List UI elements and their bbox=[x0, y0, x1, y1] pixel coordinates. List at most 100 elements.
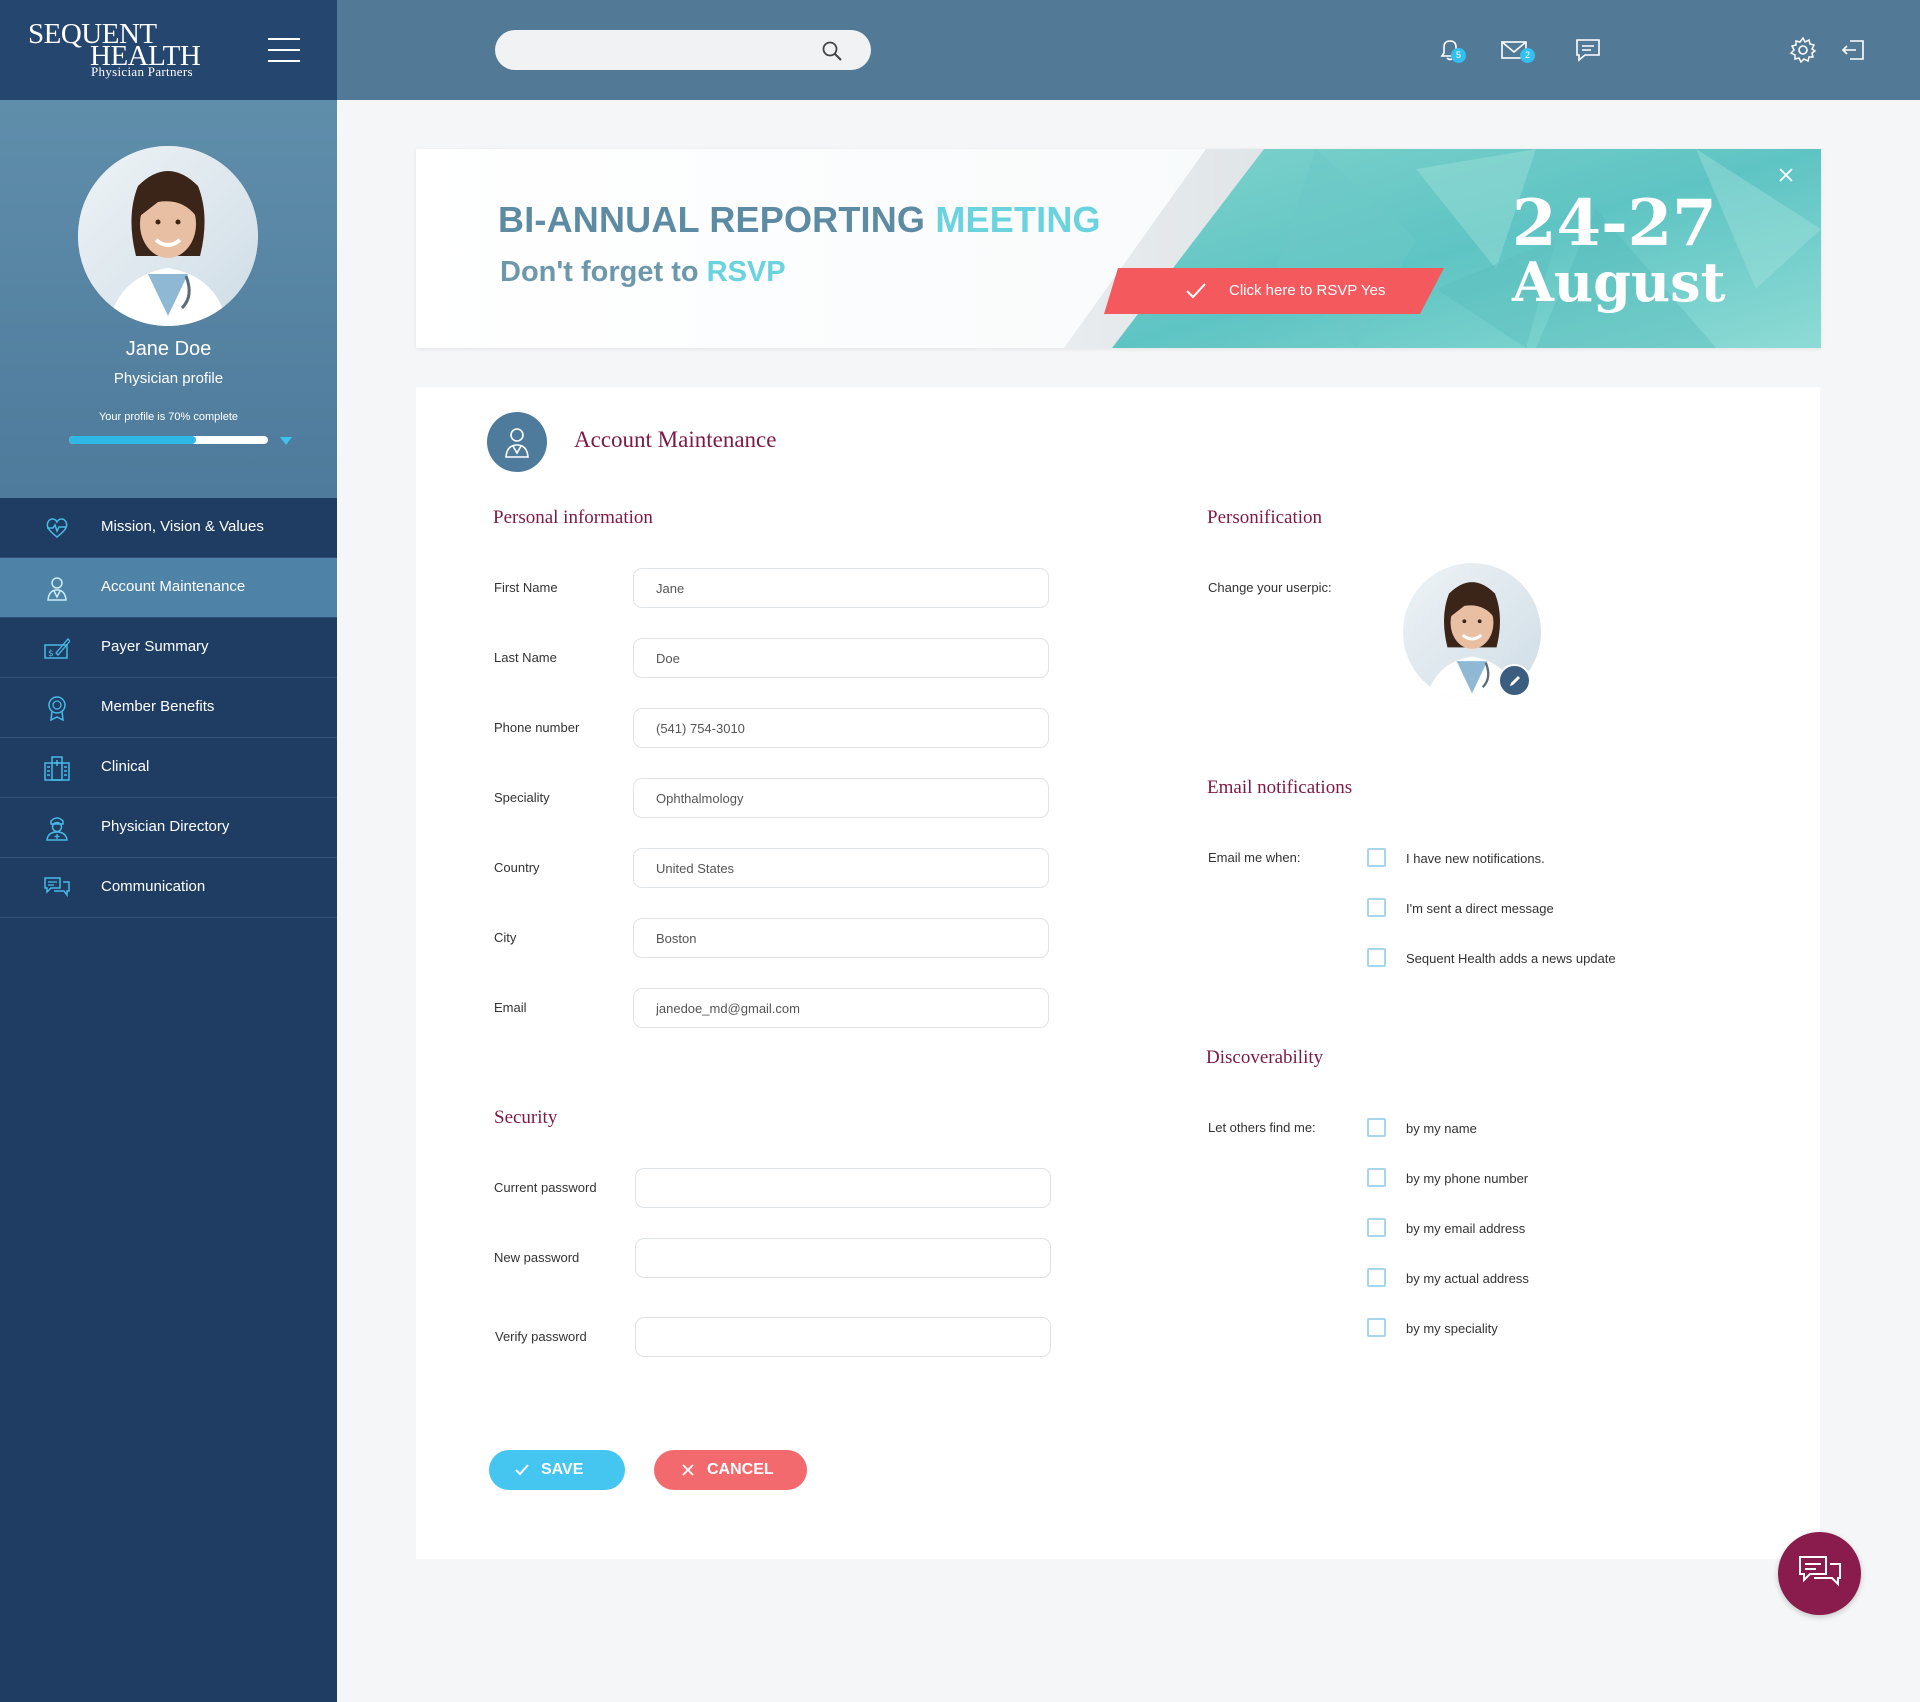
profile-card: Jane Doe Physician profile Your profile … bbox=[0, 100, 337, 498]
email-me-when-label: Email me when: bbox=[1208, 850, 1301, 865]
chat-icon[interactable] bbox=[1574, 36, 1602, 64]
save-label: SAVE bbox=[541, 1461, 584, 1478]
hospital-icon bbox=[44, 756, 70, 781]
doctor-icon bbox=[505, 428, 529, 458]
gear-icon[interactable] bbox=[1789, 36, 1817, 64]
banner-month: August bbox=[1512, 250, 1726, 314]
find-by-name-label: by my name bbox=[1406, 1121, 1477, 1136]
banner-title-part: BI-ANNUAL REPORTING bbox=[498, 199, 936, 240]
notify-news-update-checkbox[interactable] bbox=[1367, 948, 1386, 967]
find-by-email-checkbox[interactable] bbox=[1367, 1218, 1386, 1237]
new-password-label: New password bbox=[494, 1250, 580, 1265]
banner-title: BI-ANNUAL REPORTING MEETING bbox=[498, 199, 1101, 241]
first-name-field[interactable] bbox=[633, 568, 1049, 608]
sidebar-item-account-maintenance[interactable]: Account Maintenance bbox=[0, 558, 337, 618]
notify-direct-message-label: I'm sent a direct message bbox=[1406, 901, 1554, 916]
sidebar: SEQUENT HEALTH Physician Partners Jane D… bbox=[0, 0, 337, 1702]
last-name-label: Last Name bbox=[494, 650, 557, 665]
banner-date-range: 24-27 bbox=[1512, 186, 1717, 261]
nurse-icon bbox=[46, 817, 68, 841]
brand-line-3: Physician Partners bbox=[91, 64, 193, 79]
pencil-icon bbox=[1510, 676, 1520, 686]
find-by-speciality-label: by my speciality bbox=[1406, 1321, 1498, 1336]
doctor-icon bbox=[47, 577, 67, 601]
profile-progress-bar bbox=[69, 436, 268, 444]
rsvp-label[interactable]: Click here to RSVP Yes bbox=[1229, 282, 1385, 299]
discoverability-title: Discoverability bbox=[1206, 1047, 1324, 1068]
save-button[interactable]: SAVE bbox=[489, 1450, 625, 1490]
brand-logo[interactable]: SEQUENT HEALTH Physician Partners bbox=[28, 18, 218, 80]
heart-pulse-icon bbox=[46, 518, 68, 538]
security-title: Security bbox=[494, 1107, 558, 1128]
banner-title-highlight: MEETING bbox=[935, 199, 1101, 240]
last-name-field[interactable] bbox=[633, 638, 1049, 678]
email-label: Email bbox=[494, 1000, 527, 1015]
verify-password-label: Verify password bbox=[495, 1329, 587, 1344]
logout-icon[interactable] bbox=[1839, 36, 1867, 64]
profile-role: Physician profile bbox=[113, 370, 224, 387]
cheque-icon: $ bbox=[44, 638, 70, 659]
cancel-button[interactable]: CANCEL bbox=[654, 1450, 807, 1490]
country-field[interactable] bbox=[633, 848, 1049, 888]
sidebar-item-communication[interactable]: Communication bbox=[0, 858, 337, 918]
sidebar-item-label: Communication bbox=[101, 878, 206, 895]
hamburger-icon bbox=[268, 38, 300, 40]
city-label: City bbox=[494, 930, 517, 945]
doctor-portrait-icon bbox=[78, 146, 258, 326]
notifications-button[interactable]: 5 bbox=[1436, 36, 1476, 72]
sidebar-item-payer-summary[interactable]: $ Payer Summary bbox=[0, 618, 337, 678]
avatar[interactable] bbox=[78, 146, 258, 326]
speciality-field[interactable] bbox=[633, 778, 1049, 818]
chat-bubbles-icon bbox=[44, 877, 70, 898]
find-by-phone-checkbox[interactable] bbox=[1367, 1168, 1386, 1187]
sidebar-item-member-benefits[interactable]: Member Benefits bbox=[0, 678, 337, 738]
menu-toggle-button[interactable] bbox=[268, 38, 300, 62]
current-password-label: Current password bbox=[494, 1180, 597, 1195]
svg-text:$: $ bbox=[48, 649, 54, 659]
phone-label: Phone number bbox=[494, 720, 580, 735]
sidebar-nav: Mission, Vision & Values Account Mainten… bbox=[0, 498, 337, 918]
current-password-field[interactable] bbox=[635, 1168, 1051, 1208]
personal-info-title: Personal information bbox=[493, 507, 653, 528]
userpic-label: Change your userpic: bbox=[1208, 580, 1332, 595]
chat-bubbles-icon bbox=[1799, 1556, 1841, 1587]
chat-fab-button[interactable] bbox=[1778, 1532, 1861, 1615]
banner-subtitle: Don't forget to RSVP bbox=[500, 256, 786, 289]
caret-down-icon[interactable] bbox=[280, 437, 292, 445]
first-name-label: First Name bbox=[494, 580, 558, 595]
let-others-find-me-label: Let others find me: bbox=[1208, 1120, 1316, 1135]
account-header-icon bbox=[487, 412, 547, 472]
phone-field[interactable] bbox=[633, 708, 1049, 748]
page-title: Account Maintenance bbox=[574, 427, 777, 452]
account-maintenance-panel: Account Maintenance Personal information… bbox=[416, 387, 1820, 1559]
find-by-name-checkbox[interactable] bbox=[1367, 1118, 1386, 1137]
messages-button[interactable]: 2 bbox=[1500, 36, 1540, 72]
edit-userpic-button[interactable] bbox=[1498, 664, 1531, 697]
search-input[interactable] bbox=[495, 30, 871, 70]
sidebar-item-label: Account Maintenance bbox=[101, 578, 246, 595]
notify-direct-message-checkbox[interactable] bbox=[1367, 898, 1386, 917]
check-icon bbox=[515, 1464, 529, 1476]
messages-badge: 2 bbox=[1520, 48, 1535, 63]
sidebar-item-physician-directory[interactable]: Physician Directory bbox=[0, 798, 337, 858]
find-by-address-checkbox[interactable] bbox=[1367, 1268, 1386, 1287]
search-icon[interactable] bbox=[821, 40, 843, 62]
speciality-label: Speciality bbox=[494, 790, 550, 805]
find-by-speciality-checkbox[interactable] bbox=[1367, 1318, 1386, 1337]
city-field[interactable] bbox=[633, 918, 1049, 958]
find-by-email-label: by my email address bbox=[1406, 1221, 1526, 1236]
sidebar-item-clinical[interactable]: Clinical bbox=[0, 738, 337, 798]
notify-new-notifications-checkbox[interactable] bbox=[1367, 848, 1386, 867]
notify-new-notifications-label: I have new notifications. bbox=[1406, 851, 1545, 866]
close-icon[interactable] bbox=[1778, 167, 1794, 183]
sidebar-item-label: Member Benefits bbox=[101, 698, 215, 715]
meeting-banner: BI-ANNUAL REPORTING MEETING Don't forget… bbox=[416, 149, 1821, 348]
email-field[interactable] bbox=[633, 988, 1049, 1028]
close-icon bbox=[682, 1464, 694, 1476]
verify-password-field[interactable] bbox=[635, 1317, 1051, 1357]
sidebar-item-mission[interactable]: Mission, Vision & Values bbox=[0, 498, 337, 558]
profile-completion-text: Your profile is 70% complete bbox=[98, 411, 238, 423]
award-icon bbox=[48, 696, 66, 721]
profile-progress-fill bbox=[69, 436, 197, 444]
new-password-field[interactable] bbox=[635, 1238, 1051, 1278]
